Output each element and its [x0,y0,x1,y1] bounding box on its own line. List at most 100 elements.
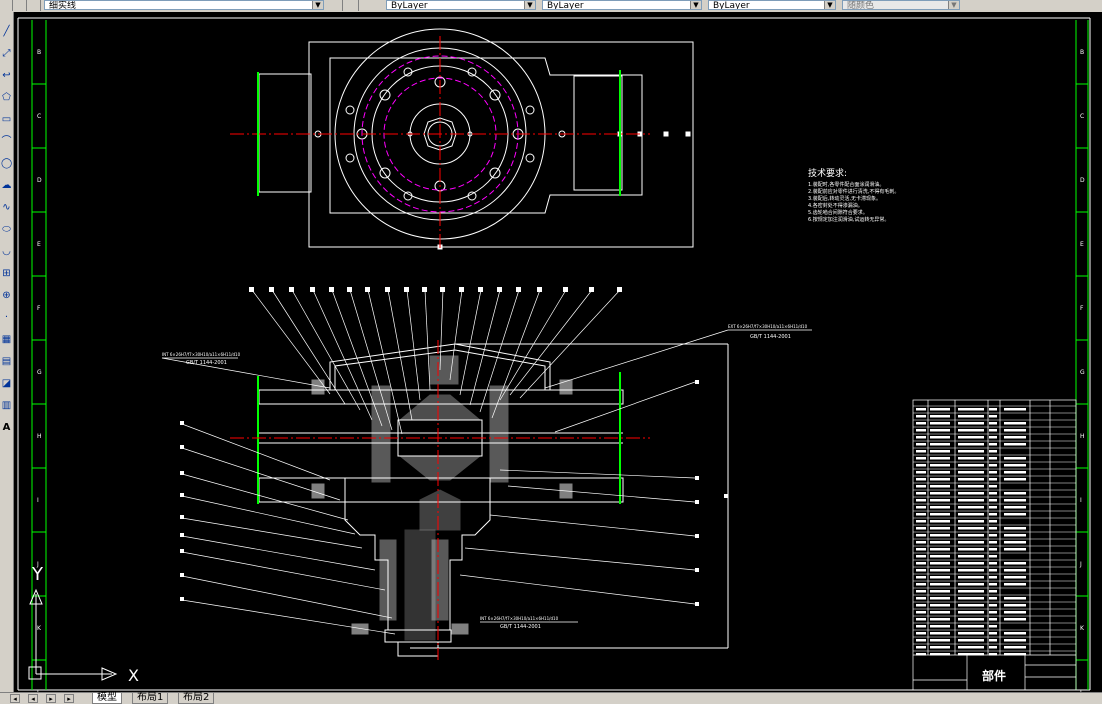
layer-combo[interactable]: 细实线 ▼ [44,0,324,10]
bom-cell-text [916,457,926,460]
bom-cell-text [930,541,950,544]
next-tab-icon[interactable]: ▸ [46,694,56,703]
plotstyle-combo[interactable]: 随颜色 ▼ [842,0,960,10]
point-icon[interactable]: · [1,312,12,323]
bom-cell-text [989,422,997,425]
tab-model[interactable]: 模型 [92,693,122,704]
bom-cell-text [916,415,926,418]
layer-state-icon[interactable] [14,0,27,11]
bom-cell-text [989,632,997,635]
make-current-icon[interactable] [328,0,343,11]
part-balloon [516,287,521,292]
bom-cell-text [1004,548,1026,551]
chevron-down-icon[interactable]: ▼ [824,1,835,9]
lineweight-combo[interactable]: ByLayer ▼ [708,0,836,10]
ellipse-icon[interactable]: ⬭ [1,224,12,235]
table-icon[interactable]: ▥ [1,400,12,411]
bom-cell-text [989,541,997,544]
bom-cell-text [989,415,997,418]
bom-cell-text [916,534,926,537]
bom-cell-text [1004,499,1026,502]
ellipse-arc-icon[interactable]: ◡ [1,246,12,257]
spline-icon[interactable]: ∿ [1,202,12,213]
part-balloon [497,287,502,292]
rectangle-icon[interactable]: ▭ [1,114,12,125]
zone-label: E [1080,241,1084,248]
part-balloon [422,287,427,292]
draw-toolbar: ╱ ⤢ ↩ ⬠ ▭ ⌒ ◯ ☁ ∿ ⬭ ◡ ⊞ ⊕ · ▦ ▤ ◪ ▥ A [0,12,14,692]
bom-cell-text [958,436,984,439]
bom-cell-text [930,597,950,600]
polygon-icon[interactable]: ⬠ [1,92,12,103]
zone-label: D [37,177,42,184]
last-tab-icon[interactable]: ▸ [64,694,74,703]
circle-icon[interactable]: ◯ [1,158,12,169]
chevron-down-icon[interactable]: ▼ [524,1,535,9]
bom-cell-text [958,534,984,537]
part-balloon [180,597,184,601]
layer-manager-icon[interactable] [28,0,41,11]
hatch-icon[interactable]: ▦ [1,334,12,345]
bom-cell-text [989,597,997,600]
bom-cell-text [1004,527,1026,530]
polyline-icon[interactable]: ↩ [1,70,12,81]
linetype-combo[interactable]: ByLayer ▼ [542,0,702,10]
make-block-icon[interactable]: ⊕ [1,290,12,301]
bom-cell-text [930,478,950,481]
mtext-icon[interactable]: A [1,422,12,433]
tech-req-line: 6.按规定加注润滑油,试运转无异常。 [808,216,889,223]
part-balloon [617,287,622,292]
bom-cell-text [916,604,926,607]
bom-cell-text [916,569,926,572]
construction-line-icon[interactable]: ⤢ [1,48,12,59]
bom-cell-text [930,632,950,635]
drawing-canvas[interactable]: BBCCDDEEFFGGHHIIJJKKLL [14,12,1102,692]
line-icon[interactable]: ╱ [1,26,12,37]
bom-cell-text [930,422,950,425]
bom-cell-text [1004,646,1026,649]
revision-cloud-icon[interactable]: ☁ [1,180,12,191]
bom-cell-text [958,618,984,621]
first-tab-icon[interactable]: ◂ [10,694,20,703]
bom-cell-text [1004,569,1026,572]
bom-cell-text [930,457,950,460]
tech-req-line: 5.齿轮啮合间隙符合要求。 [808,209,868,216]
bom-cell-text [989,653,997,656]
tab-layout1[interactable]: 布局1 [132,693,169,704]
chevron-down-icon[interactable]: ▼ [948,1,959,9]
bom-cell-text [916,443,926,446]
bom-cell-text [930,527,950,530]
zone-label: I [1080,497,1082,504]
bom-cell-text [916,632,926,635]
bom-cell-text [989,429,997,432]
bom-cell-text [989,604,997,607]
chevron-down-icon[interactable]: ▼ [312,1,323,9]
bom-cell-text [1004,611,1026,614]
bom-cell-text [958,499,984,502]
bom-cell-text [930,590,950,593]
bom-cell-text [930,534,950,537]
tab-layout2[interactable]: 布局2 [178,693,215,704]
region-icon[interactable]: ◪ [1,378,12,389]
part-balloon [249,287,254,292]
bom-cell-text [930,569,950,572]
svg-text:INT 6×26H7/f7×30H10/a11×6H11/d: INT 6×26H7/f7×30H10/a11×6H11/d10 [162,352,241,357]
layer-previous-icon[interactable] [344,0,359,11]
arc-icon[interactable]: ⌒ [1,136,12,147]
gradient-icon[interactable]: ▤ [1,356,12,367]
prev-tab-icon[interactable]: ◂ [28,694,38,703]
bom-cell-text [916,422,926,425]
color-combo[interactable]: ByLayer ▼ [386,0,536,10]
bom-cell-text [930,443,950,446]
bom-cell-text [989,499,997,502]
bom-cell-text [989,408,997,411]
bom-cell-text [958,541,984,544]
bom-cell-text [930,604,950,607]
bom-cell-text [958,415,984,418]
chevron-down-icon[interactable]: ▼ [690,1,701,9]
insert-block-icon[interactable]: ⊞ [1,268,12,279]
bom-cell-text [989,513,997,516]
bom-cell-text [989,611,997,614]
bom-cell-text [989,639,997,642]
bom-cell-text [930,562,950,565]
